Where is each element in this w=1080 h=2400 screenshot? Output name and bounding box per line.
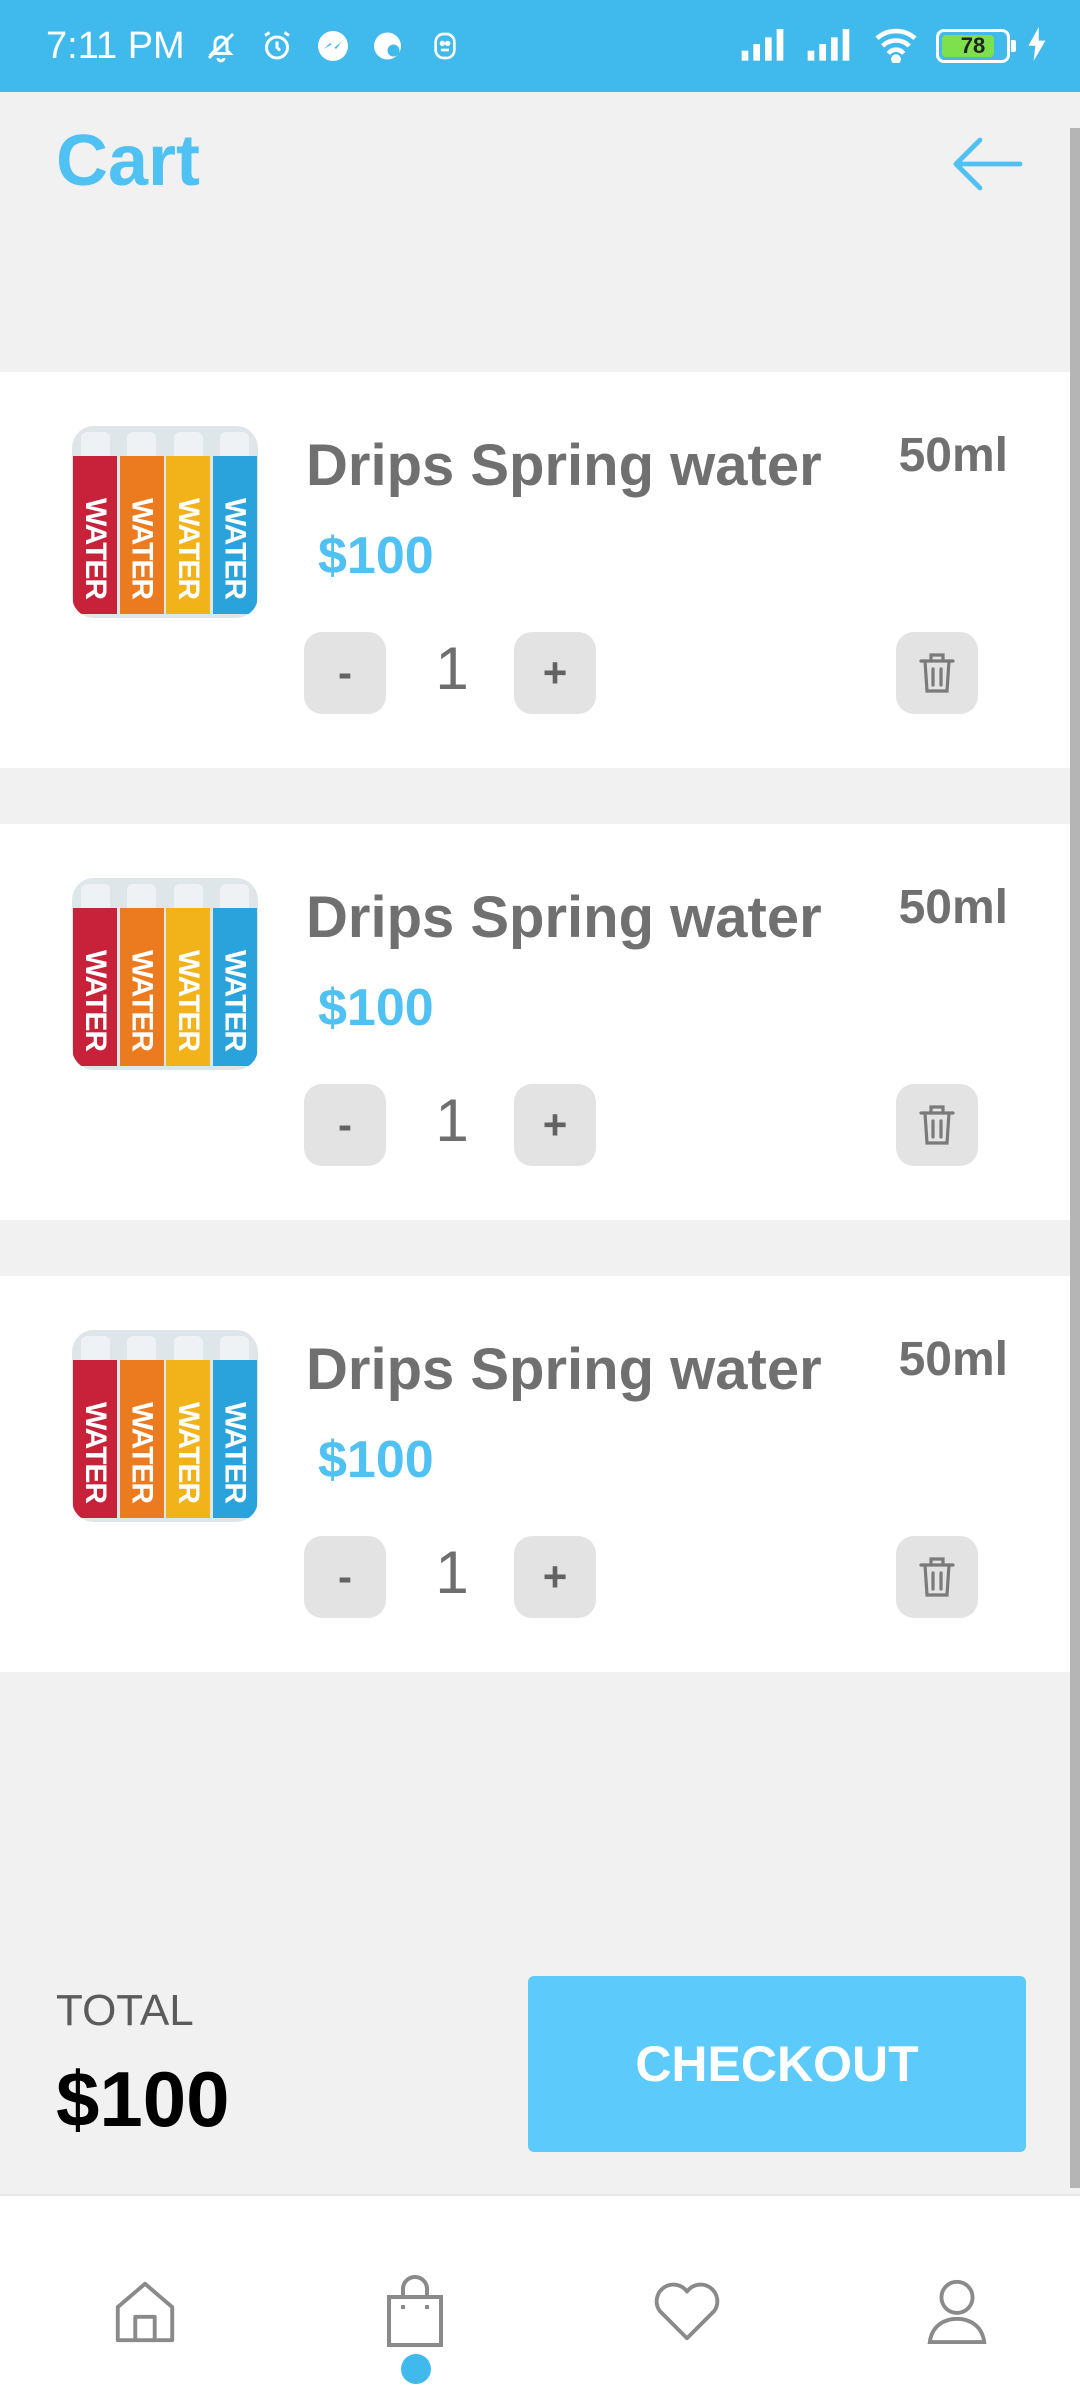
trash-icon (919, 1105, 955, 1145)
product-price: $100 (318, 1431, 434, 1489)
total-label: TOTAL (56, 1986, 194, 2035)
battery-icon: 78 (936, 29, 1016, 63)
increase-quantity-button[interactable]: + (514, 632, 596, 714)
quantity-value: 1 (435, 1539, 469, 1606)
trash-icon (919, 1557, 955, 1597)
status-left: 7:11 PM (46, 25, 465, 68)
product-size: 50ml (898, 881, 1008, 934)
status-bar: 7:11 PM 78 (0, 0, 1080, 92)
charging-icon (1026, 26, 1048, 66)
chat-icon (369, 26, 409, 66)
product-name: Drips Spring water (306, 1337, 822, 1402)
cart-item: WATER WATER WATER WATER Drips Spring wat… (0, 824, 1070, 1220)
product-size: 50ml (898, 429, 1008, 482)
nav-cart[interactable] (370, 2266, 460, 2356)
cart-item: WATER WATER WATER WATER Drips Spring wat… (0, 1276, 1070, 1672)
quantity-value: 1 (435, 1087, 469, 1154)
trash-icon (919, 653, 955, 693)
messenger-icon (313, 26, 353, 66)
scrollbar[interactable] (1070, 128, 1080, 2188)
total-value: $100 (56, 2055, 230, 2143)
nav-favorites[interactable] (642, 2266, 732, 2356)
product-image: WATER WATER WATER WATER (72, 878, 258, 1070)
product-price: $100 (318, 979, 434, 1037)
signal-icon (806, 27, 856, 66)
status-time: 7:11 PM (46, 24, 185, 67)
quantity-value: 1 (435, 635, 469, 702)
checkout-button[interactable]: CHECKOUT (528, 1976, 1026, 2152)
decrease-quantity-button[interactable]: - (304, 1084, 386, 1166)
face-icon (425, 26, 465, 66)
back-button[interactable] (948, 124, 1028, 204)
product-name: Drips Spring water (306, 885, 822, 950)
active-indicator (401, 2354, 431, 2384)
shopping-bag-icon (387, 2275, 443, 2347)
product-image: WATER WATER WATER WATER (72, 426, 258, 618)
alarm-icon (257, 26, 297, 66)
bell-off-icon (201, 26, 241, 66)
product-price: $100 (318, 527, 434, 585)
nav-profile[interactable] (912, 2266, 1002, 2356)
delete-item-button[interactable] (896, 632, 978, 714)
decrease-quantity-button[interactable]: - (304, 632, 386, 714)
bottom-nav (0, 2194, 1080, 2400)
delete-item-button[interactable] (896, 1536, 978, 1618)
page-title: Cart (56, 121, 201, 201)
signal-icon (740, 27, 790, 66)
product-image: WATER WATER WATER WATER (72, 1330, 258, 1522)
product-name: Drips Spring water (306, 433, 822, 498)
home-icon (115, 2281, 175, 2343)
status-right: 78 (740, 25, 1048, 68)
wifi-icon (872, 25, 920, 68)
heart-icon (654, 2282, 720, 2341)
header: Cart (0, 92, 1080, 272)
increase-quantity-button[interactable]: + (514, 1084, 596, 1166)
increase-quantity-button[interactable]: + (514, 1536, 596, 1618)
product-size: 50ml (898, 1333, 1008, 1386)
cart-item: WATER WATER WATER WATER Drips Spring wat… (0, 372, 1070, 768)
arrow-left-icon (953, 137, 1023, 191)
user-icon (927, 2279, 987, 2345)
nav-home[interactable] (100, 2266, 190, 2356)
cart-list: WATER WATER WATER WATER Drips Spring wat… (0, 372, 1070, 1728)
battery-level: 78 (960, 33, 986, 58)
decrease-quantity-button[interactable]: - (304, 1536, 386, 1618)
delete-item-button[interactable] (896, 1084, 978, 1166)
